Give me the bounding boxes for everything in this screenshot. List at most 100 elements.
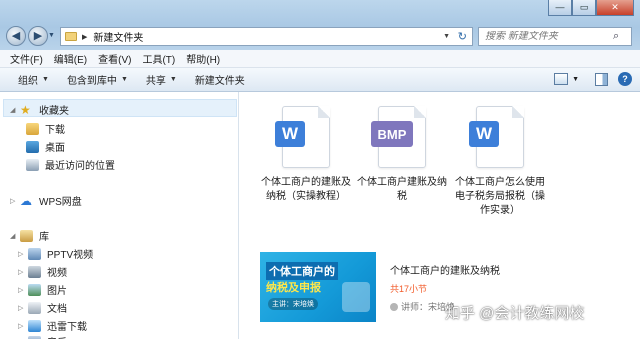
- folder-icon: [65, 32, 77, 41]
- video-library-icon: [28, 265, 41, 278]
- help-icon[interactable]: ?: [618, 72, 632, 86]
- chevron-down-icon: ▼: [42, 76, 49, 83]
- menu-help[interactable]: 帮助(H): [186, 51, 220, 66]
- expand-arrow-icon[interactable]: ▷: [10, 197, 20, 205]
- cloud-icon: ☁: [20, 193, 32, 208]
- file-item[interactable]: W 个体工商户的建账及纳税（实操教程）: [258, 106, 354, 204]
- expand-arrow-icon[interactable]: ▷: [18, 250, 28, 258]
- share-button[interactable]: 共享 ▼: [146, 72, 177, 87]
- window-controls: — ▭ ✕: [548, 0, 634, 16]
- expand-arrow-icon[interactable]: ▷: [18, 304, 28, 312]
- nav-library-documents[interactable]: ▷ 文档: [18, 300, 67, 315]
- music-library-icon: [28, 335, 41, 339]
- nav-item-label: 下载: [45, 125, 65, 136]
- nav-wps-cloud[interactable]: ▷ ☁ WPS网盘: [10, 193, 82, 209]
- picture-library-icon: [28, 283, 41, 296]
- expand-arrow-icon[interactable]: ◢: [10, 106, 20, 114]
- nav-favorites-label: 收藏夹: [39, 106, 69, 117]
- forward-button[interactable]: ▶: [28, 26, 48, 46]
- expand-arrow-icon[interactable]: ▷: [18, 322, 28, 330]
- file-name: 个体工商户建账及纳税: [357, 177, 447, 202]
- nav-library-pictures[interactable]: ▷ 图片: [18, 282, 67, 297]
- menu-view[interactable]: 查看(V): [98, 51, 131, 66]
- bmp-image-icon: BMP: [371, 106, 426, 168]
- address-bar[interactable]: ▶ 新建文件夹 ▼ ↻: [60, 27, 473, 46]
- download-folder-icon: [26, 122, 39, 135]
- file-item[interactable]: W 个体工商户怎么使用电子税务局报税（操作实录）: [452, 106, 548, 218]
- nav-library-pptv[interactable]: ▷ PPTV视频: [18, 246, 93, 261]
- course-thumbnail[interactable]: 个体工商户的 纳税及申报 主讲：宋培焕: [260, 252, 376, 322]
- star-icon: ★: [20, 102, 31, 117]
- menu-bar: 文件(F) 编辑(E) 查看(V) 工具(T) 帮助(H): [0, 50, 640, 68]
- back-button[interactable]: ◀: [6, 26, 26, 46]
- nav-item-label: 音乐: [47, 334, 67, 339]
- expand-arrow-icon[interactable]: ▷: [18, 286, 28, 294]
- word-document-icon: W: [275, 106, 330, 168]
- user-icon: [390, 302, 398, 311]
- library-icon: [20, 229, 33, 242]
- course-title[interactable]: 个体工商户的建账及纳税: [390, 262, 500, 277]
- new-folder-label: 新建文件夹: [194, 76, 245, 87]
- preview-pane-icon[interactable]: [595, 72, 608, 86]
- menu-tools[interactable]: 工具(T): [142, 51, 175, 66]
- desktop-icon: [26, 140, 39, 153]
- document-library-icon: [28, 301, 41, 314]
- nav-item-label: 桌面: [45, 143, 65, 154]
- include-in-library-button[interactable]: 包含到库中 ▼: [67, 72, 128, 87]
- watermark: 知乎 @会计教练网校: [445, 305, 585, 322]
- search-box[interactable]: ⌕: [478, 27, 632, 46]
- menu-file[interactable]: 文件(F): [10, 51, 43, 66]
- address-dropdown-icon[interactable]: ▼: [443, 33, 450, 40]
- share-label: 共享: [145, 76, 166, 87]
- nav-item-label: 最近访问的位置: [45, 161, 115, 172]
- expand-arrow-icon[interactable]: ◢: [10, 232, 20, 240]
- nav-library-videos[interactable]: ▷ 视频: [18, 264, 67, 279]
- close-button[interactable]: ✕: [596, 0, 634, 16]
- nav-item-recent-places[interactable]: 最近访问的位置: [26, 157, 115, 172]
- organize-label: 组织: [18, 76, 38, 87]
- nav-item-label: PPTV视频: [47, 250, 94, 261]
- illustration-icon: [342, 282, 370, 312]
- minimize-button[interactable]: —: [548, 0, 572, 16]
- recent-pages-dropdown-icon[interactable]: ▼: [48, 32, 55, 39]
- file-type-badge: W: [469, 121, 499, 147]
- expand-arrow-icon[interactable]: ▷: [18, 268, 28, 276]
- view-options-dropdown-icon[interactable]: ▼: [572, 76, 579, 83]
- chevron-down-icon: ▼: [120, 76, 128, 83]
- nav-item-desktop[interactable]: 桌面: [26, 139, 65, 154]
- nav-libraries-label: 库: [39, 232, 49, 243]
- nav-item-downloads[interactable]: 下载: [26, 121, 65, 136]
- maximize-button[interactable]: ▭: [572, 0, 596, 16]
- search-input[interactable]: [485, 31, 613, 42]
- file-name: 个体工商户怎么使用电子税务局报税（操作实录）: [455, 177, 545, 216]
- menu-edit[interactable]: 编辑(E): [54, 51, 87, 66]
- view-controls: ▼ ?: [554, 72, 632, 86]
- nav-wps-cloud-label: WPS网盘: [39, 197, 82, 208]
- pptv-video-icon: [28, 247, 41, 260]
- chevron-down-icon: ▼: [169, 76, 177, 83]
- nav-library-music[interactable]: ▷ 音乐: [18, 334, 67, 339]
- organize-button[interactable]: 组织 ▼: [18, 72, 49, 87]
- search-icon[interactable]: ⌕: [613, 30, 619, 43]
- nav-libraries[interactable]: ◢ 库: [10, 228, 49, 243]
- nav-item-label: 文档: [47, 304, 67, 315]
- new-folder-button[interactable]: 新建文件夹: [195, 72, 245, 87]
- breadcrumb-arrow-icon[interactable]: ▶: [82, 33, 87, 41]
- include-in-library-label: 包含到库中: [66, 76, 117, 87]
- refresh-icon[interactable]: ↻: [458, 30, 467, 43]
- nav-favorites[interactable]: ◢ ★ 收藏夹: [10, 102, 69, 118]
- thumbnail-title-line: 个体工商户的: [266, 262, 338, 280]
- thumbnail-presenter: 主讲：宋培焕: [268, 298, 318, 310]
- recent-places-icon: [26, 158, 39, 171]
- breadcrumb-current-folder[interactable]: 新建文件夹: [93, 29, 143, 44]
- file-item[interactable]: BMP 个体工商户建账及纳税: [354, 106, 450, 204]
- thumbnail-title-line: 纳税及申报: [266, 282, 321, 294]
- word-document-icon: W: [469, 106, 524, 168]
- file-type-badge: BMP: [371, 121, 413, 147]
- course-lesson-count: 共17小节: [390, 284, 428, 294]
- nav-item-label: 迅雷下载: [47, 322, 87, 333]
- change-view-icon[interactable]: [554, 73, 569, 85]
- nav-library-xunlei[interactable]: ▷ 迅雷下载: [18, 318, 87, 333]
- title-bar: — ▭ ✕ ◀ ▶ ▼ ▶ 新建文件夹 ▼ ↻ ⌕: [0, 0, 640, 50]
- nav-item-label: 视频: [47, 268, 67, 279]
